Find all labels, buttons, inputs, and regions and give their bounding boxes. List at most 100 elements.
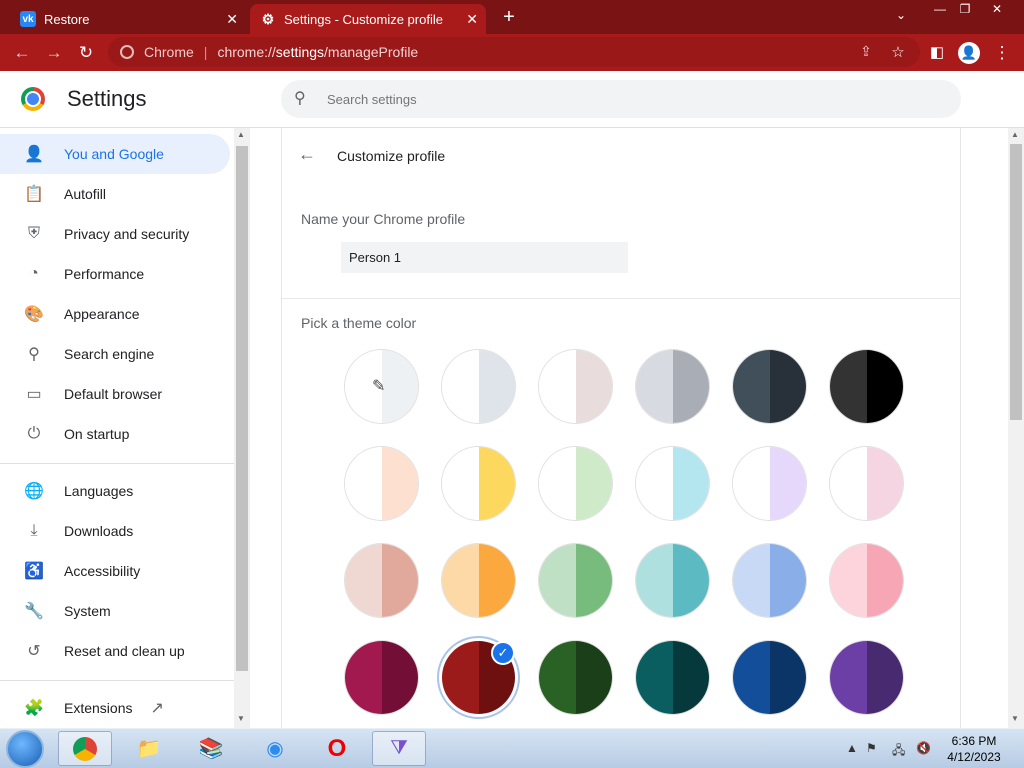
chrome-icon — [73, 736, 97, 761]
sidebar-item-label: On startup — [64, 426, 130, 442]
sidebar-item-search-engine[interactable]: ⚲ Search engine — [0, 334, 230, 374]
tray-expand-icon[interactable]: ▲ — [846, 741, 858, 755]
sidebar-item-label: Languages — [64, 483, 134, 499]
profile-name-label: Name your Chrome profile — [301, 211, 466, 227]
search-icon: ⚲ — [294, 90, 306, 107]
tab-restore[interactable]: vk Restore ✕ — [10, 4, 246, 34]
theme-color-swatch[interactable] — [442, 350, 515, 423]
swatch-left-half — [442, 350, 479, 423]
close-window-button[interactable]: ✕ — [982, 0, 1012, 18]
site-name: Chrome — [144, 44, 194, 60]
restore-button[interactable]: ❐ — [950, 0, 980, 18]
tab-settings[interactable]: ⚙ Settings - Customize profile ✕ — [250, 4, 486, 34]
taskbar-chrome-button[interactable] — [58, 731, 112, 766]
sidebar-item-downloads[interactable]: ⤓ Downloads — [0, 511, 230, 551]
theme-color-swatch[interactable] — [830, 641, 903, 714]
external-link-icon[interactable]: ↗ — [150, 698, 163, 718]
theme-color-swatch[interactable] — [830, 447, 903, 520]
customize-profile-title: Customize profile — [337, 148, 446, 164]
theme-color-swatch[interactable] — [733, 544, 806, 617]
back-arrow-icon[interactable]: ← — [12, 43, 32, 63]
tray-network-icon[interactable]: 🖧 — [892, 741, 905, 762]
close-tab-icon[interactable]: ✕ — [466, 11, 478, 28]
theme-color-swatch[interactable] — [539, 544, 612, 617]
taskbar-app-button[interactable]: ◉ — [248, 731, 302, 766]
theme-color-swatch[interactable] — [636, 350, 709, 423]
vk-icon: vk — [20, 11, 36, 27]
main-scrollbar-thumb[interactable] — [1010, 144, 1022, 420]
theme-color-swatch[interactable] — [345, 641, 418, 714]
swatch-left-half — [442, 544, 479, 617]
theme-color-swatch[interactable] — [636, 447, 709, 520]
theme-color-swatch[interactable] — [733, 350, 806, 423]
theme-color-swatch[interactable] — [830, 544, 903, 617]
tray-volume-icon[interactable]: 🔇 — [916, 741, 931, 755]
theme-color-swatch[interactable] — [636, 641, 709, 714]
theme-color-swatch[interactable] — [442, 447, 515, 520]
wrench-icon: 🔧 — [24, 603, 44, 620]
sidebar-item-languages[interactable]: 🌐 Languages — [0, 471, 230, 511]
theme-color-swatch[interactable] — [442, 544, 515, 617]
share-icon[interactable]: ⇪ — [856, 43, 876, 60]
search-settings-input[interactable] — [281, 80, 961, 118]
scroll-down-arrow-icon[interactable]: ▼ — [237, 714, 245, 723]
swatch-right-half — [478, 447, 515, 520]
tray-flag-icon[interactable]: ⚑ — [866, 741, 877, 755]
sidebar-item-you-and-google[interactable]: 👤 You and Google — [0, 134, 230, 174]
app-icon: ◉ — [266, 738, 284, 760]
swatch-right-half — [478, 350, 515, 423]
omnibox-separator: | — [203, 44, 208, 60]
sidebar-item-on-startup[interactable]: ⏻ On startup — [0, 414, 230, 454]
globe-icon: 🌐 — [24, 483, 44, 500]
bookmark-star-icon[interactable]: ☆ — [888, 43, 908, 61]
sidebar-item-accessibility[interactable]: ♿ Accessibility — [0, 551, 230, 591]
sidebar-item-privacy-and-security[interactable]: ⛨ Privacy and security — [0, 214, 230, 254]
reload-icon[interactable]: ↻ — [76, 43, 96, 63]
theme-color-swatch[interactable] — [539, 641, 612, 714]
sidebar-item-performance[interactable]: ◔ Performance — [0, 254, 230, 294]
address-bar[interactable]: Chrome | chrome://settings/manageProfile — [108, 37, 920, 67]
scroll-down-arrow-icon[interactable]: ▼ — [1011, 714, 1019, 723]
taskbar-explorer-button[interactable]: 📁 — [122, 731, 176, 766]
folder-icon: 📁 — [136, 738, 162, 760]
profile-avatar[interactable]: 👤 — [958, 42, 980, 64]
swatch-right-half — [575, 350, 612, 423]
sidebar-item-reset-and-clean-up[interactable]: ↺ Reset and clean up — [0, 631, 230, 671]
sidebar-item-label: Downloads — [64, 523, 134, 539]
start-button[interactable] — [6, 730, 44, 768]
theme-color-swatch[interactable] — [539, 447, 612, 520]
close-tab-icon[interactable]: ✕ — [226, 11, 238, 28]
clipboard-icon: 📋 — [24, 186, 44, 203]
taskbar-opera-button[interactable]: O — [310, 731, 364, 766]
theme-color-swatch[interactable] — [539, 350, 612, 423]
taskbar-clock[interactable]: 6:36 PM 4/12/2023 — [944, 733, 1004, 765]
sidebar-item-system[interactable]: 🔧 System — [0, 591, 230, 631]
sidebar-item-autofill[interactable]: 📋 Autofill — [0, 174, 230, 214]
theme-color-swatch[interactable] — [636, 544, 709, 617]
sidebar-item-default-browser[interactable]: ▭ Default browser — [0, 374, 230, 414]
taskbar-visualstudio-button[interactable]: ⧩ — [372, 731, 426, 766]
theme-color-swatch[interactable] — [733, 641, 806, 714]
theme-color-swatch[interactable] — [345, 544, 418, 617]
back-arrow-icon[interactable]: ← — [298, 144, 316, 165]
speedometer-icon: ◔ — [29, 265, 39, 282]
tab-search-chevron-icon[interactable]: ⌄ — [896, 8, 906, 22]
swatch-left-half — [636, 447, 673, 520]
theme-color-swatch[interactable] — [733, 447, 806, 520]
theme-color-swatch[interactable] — [830, 350, 903, 423]
profile-name-input[interactable] — [341, 242, 628, 273]
swatch-right-half — [381, 350, 418, 423]
sidebar-scrollbar-thumb[interactable] — [236, 146, 248, 671]
menu-kebab-icon[interactable]: ⋮ — [992, 43, 1012, 63]
side-panel-icon[interactable]: ◧ — [927, 43, 947, 61]
sidebar-item-appearance[interactable]: 🎨 Appearance — [0, 294, 230, 334]
theme-color-swatch[interactable] — [345, 447, 418, 520]
scroll-up-arrow-icon[interactable]: ▲ — [1011, 130, 1019, 139]
taskbar-winrar-button[interactable]: 📚 — [184, 731, 238, 766]
swatch-right-half — [866, 350, 903, 423]
forward-arrow-icon[interactable]: → — [44, 43, 64, 63]
scroll-up-arrow-icon[interactable]: ▲ — [237, 130, 245, 139]
new-tab-button[interactable]: + — [498, 6, 520, 28]
swatch-left-half — [830, 447, 867, 520]
sidebar-item-extensions[interactable]: 🧩 Extensions ↗ — [0, 688, 230, 728]
